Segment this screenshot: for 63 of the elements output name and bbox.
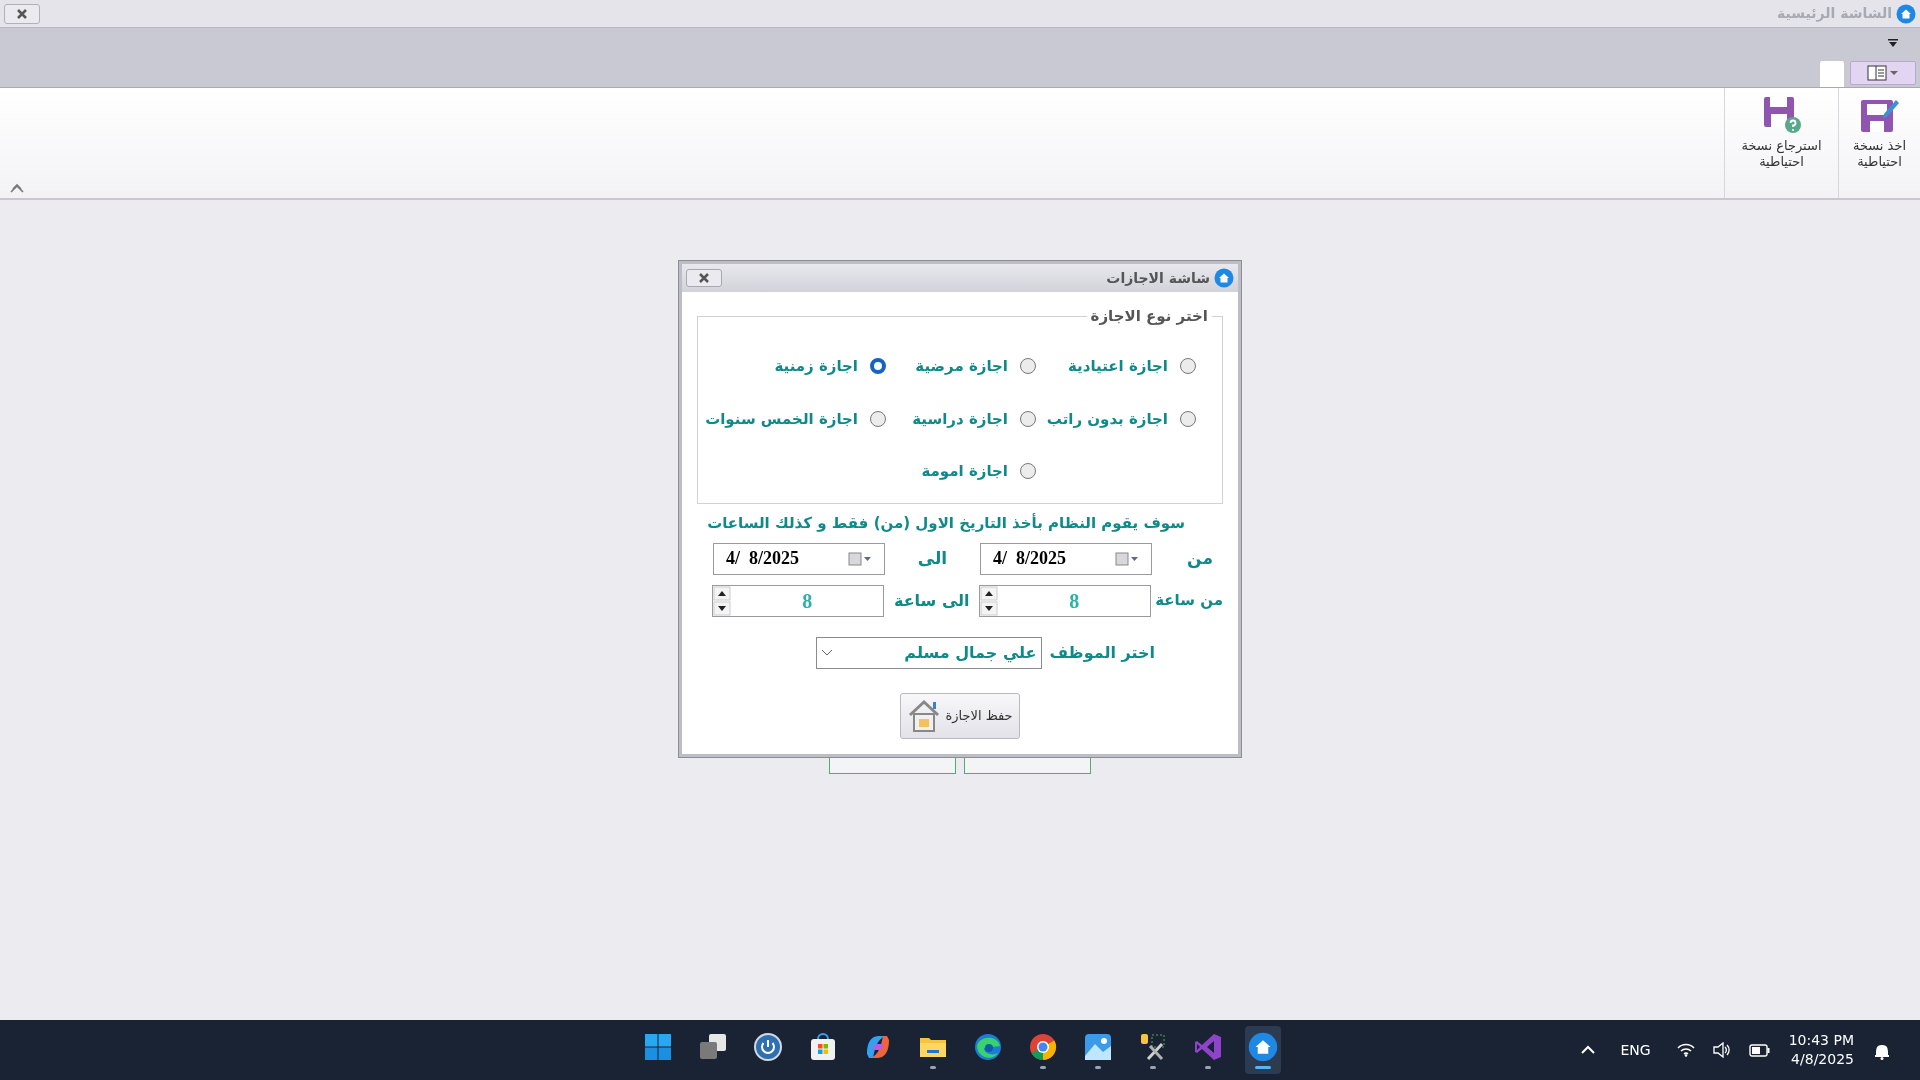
spin-arrows-icon[interactable] [713, 585, 732, 616]
speaker-icon[interactable] [1712, 1042, 1731, 1058]
edge-browser-icon[interactable] [973, 1031, 1003, 1062]
radio-label: اجازة دراسية [912, 408, 1008, 430]
date-picker[interactable]: 4/ 8/2025 [713, 542, 885, 575]
radio-button[interactable] [1020, 410, 1036, 427]
app-logo-icon [1896, 3, 1916, 24]
battery-icon[interactable] [1748, 1042, 1771, 1058]
wifi-icon[interactable] [1676, 1043, 1695, 1057]
radio-button[interactable] [1180, 410, 1196, 427]
calendar-dropdown-icon[interactable] [1115, 551, 1139, 566]
field-label: الى ساعة [892, 589, 971, 612]
store-bag-icon[interactable] [808, 1031, 838, 1062]
employee-combobox[interactable]: علي جمال مسلم [815, 636, 1042, 669]
windows-start-icon[interactable] [643, 1031, 673, 1062]
save-leave-button[interactable]: حفظ الاجازة [900, 692, 1020, 739]
radio-label: اجازة بدون راتب [1046, 408, 1168, 430]
radio-button[interactable] [1020, 358, 1036, 375]
chevron-up-icon[interactable] [1580, 1045, 1595, 1055]
radio-label: اجازة مرضية [915, 356, 1008, 377]
photos-icon[interactable] [1083, 1031, 1113, 1062]
restore-button[interactable]: استرجاع نسخة احتياطية [1729, 96, 1834, 170]
calendar-dropdown-icon[interactable] [848, 551, 872, 566]
field-label: الى [916, 546, 949, 570]
chrome-browser-icon[interactable] [1028, 1031, 1058, 1062]
panel-layout-icon [1867, 65, 1899, 81]
date-picker[interactable]: 4/ 8/2025 [980, 542, 1152, 575]
quick-access-dropdown-icon[interactable] [1888, 38, 1898, 48]
tools-icon[interactable] [1138, 1031, 1168, 1062]
dialog-logo-icon [1214, 268, 1234, 288]
spin-arrows-icon[interactable] [980, 585, 999, 616]
close-button[interactable] [686, 269, 722, 287]
clock-date[interactable]: 4/8/2025 [1791, 1050, 1854, 1069]
task-view-icon[interactable] [698, 1031, 728, 1062]
radio-label: اجازة امومة [921, 461, 1008, 482]
radio-button[interactable] [870, 358, 886, 375]
house-icon [907, 698, 942, 733]
backup-button[interactable]: اخذ نسخة احتياطية [1841, 96, 1918, 170]
field-label: من [1186, 546, 1214, 571]
chevron-down-icon [820, 648, 833, 657]
field-label: من ساعة [1155, 590, 1223, 612]
home-app-icon [1248, 1031, 1278, 1062]
close-button[interactable] [4, 3, 40, 24]
visual-studio-icon[interactable] [1193, 1031, 1223, 1062]
close-icon [16, 8, 28, 19]
radio-button[interactable] [1020, 463, 1036, 480]
language-indicator[interactable]: ENG [1620, 1039, 1651, 1061]
radio-button[interactable] [870, 410, 886, 427]
layout-toggle-button[interactable] [1850, 61, 1916, 85]
window-title: الشاشة الرئيسية [1777, 4, 1892, 24]
field-label: اختر الموظف [1049, 641, 1155, 664]
radio-label: اجازة زمنية [774, 356, 858, 377]
radio-label: اجازة الخمس سنوات [705, 408, 858, 430]
taskbar-app-slot[interactable] [1245, 1026, 1281, 1074]
note-text: سوف يقوم النظام بأخذ التاريخ الاول (من) فقط و كذلك الساعات [706, 512, 1185, 534]
floppy-question-icon [1761, 96, 1802, 134]
radio-button[interactable] [1180, 358, 1196, 375]
clock-time[interactable]: 10:43 PM [1788, 1031, 1854, 1050]
power-icon[interactable] [753, 1031, 783, 1062]
close-icon [698, 273, 710, 283]
radio-label: اجازة اعتيادية [1068, 356, 1168, 377]
dialog-title: شاشة الاجازات [1106, 268, 1210, 288]
collapse-ribbon-icon[interactable] [10, 182, 24, 194]
